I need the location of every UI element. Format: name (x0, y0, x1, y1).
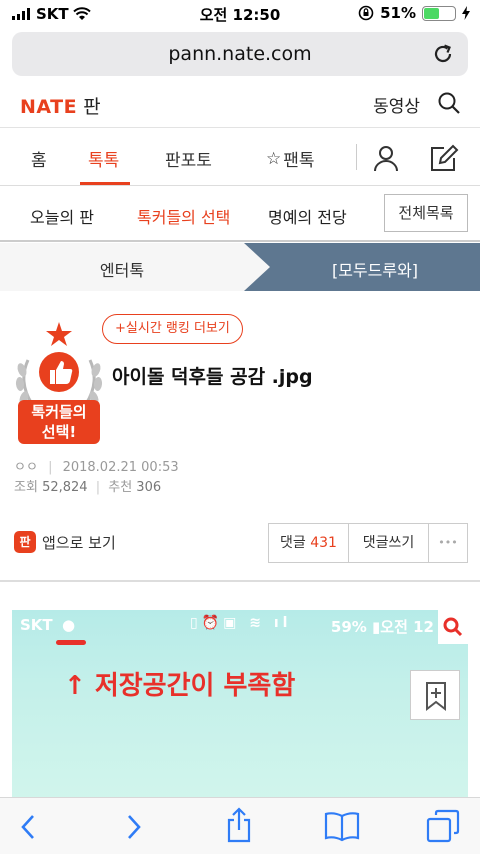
tabs-icon[interactable] (426, 809, 460, 843)
submenu-hall-of-fame[interactable]: 명예의 전당 (268, 204, 347, 228)
segment-arrow (244, 243, 270, 291)
user-icon[interactable] (372, 144, 400, 172)
active-tab-indicator (80, 182, 130, 185)
bookmark-button[interactable] (410, 670, 460, 720)
badge-line1: 톡커들의 (31, 403, 87, 421)
realtime-ranking-button[interactable]: +실시간 랭킹 더보기 (102, 314, 243, 344)
share-icon[interactable] (224, 806, 254, 844)
full-list-button[interactable]: 전체목록 (384, 194, 468, 232)
tab-fantok[interactable]: ☆ 팬톡 (266, 146, 315, 172)
embedded-search-box (438, 610, 468, 644)
search-icon[interactable] (436, 90, 462, 116)
write-comment-button[interactable]: 댓글쓰기 (349, 524, 429, 562)
main-tabs: 홈 톡톡 판포토 ☆ 팬톡 (0, 128, 480, 186)
bookmarks-icon[interactable] (324, 810, 360, 842)
address-bar[interactable]: pann.nate.com (12, 32, 468, 76)
charging-icon (462, 6, 470, 20)
embedded-status-right: 59% ▮오전 12 (330, 618, 434, 636)
logo-text: NATE (20, 96, 78, 118)
comment-actions: 댓글 431 댓글쓰기 ••• (268, 523, 468, 563)
divider (356, 144, 357, 170)
tab-home[interactable]: 홈 (31, 146, 47, 171)
section-divider (0, 580, 480, 582)
app-view-link[interactable]: 판 앱으로 보기 (14, 531, 116, 553)
article-meta-author: ㅇㅇ | 2018.02.21 00:53 (14, 460, 179, 475)
embedded-carrier: SKT (20, 616, 53, 634)
submenu-talker-choice[interactable]: 톡커들의 선택 (137, 204, 230, 228)
back-icon[interactable] (16, 810, 40, 844)
comments-button[interactable]: 댓글 431 (269, 524, 349, 562)
star-icon: ☆ (266, 148, 282, 169)
recommend-count: 306 (136, 480, 162, 495)
url-text[interactable]: pann.nate.com (12, 43, 468, 65)
badge-label: 톡커들의 선택! (14, 402, 104, 442)
segment-enter-tok[interactable]: 엔터톡 (0, 257, 244, 281)
embedded-app-icon: ● (62, 616, 76, 634)
embedded-caption: ↑ 저장공간이 부족함 (64, 671, 296, 701)
comments-count: 431 (310, 535, 337, 551)
status-bar: SKT 오전 12:50 51% (0, 0, 480, 28)
write-icon[interactable] (428, 142, 460, 174)
more-button[interactable]: ••• (429, 524, 467, 562)
category-segment: 엔터톡 [모두드루와] (0, 243, 480, 291)
bookmark-add-icon (426, 682, 446, 712)
site-header: NATE 판 동영상 (0, 88, 480, 128)
forward-icon[interactable] (122, 810, 146, 844)
segment-all-come[interactable]: [모두드루와] (270, 257, 480, 281)
views-label: 조회 (14, 480, 38, 495)
battery-percent: 51% (380, 4, 416, 22)
embedded-search-icon (443, 617, 463, 637)
tab-panphoto[interactable]: 판포토 (165, 146, 212, 171)
author-name[interactable]: ㅇㅇ (14, 460, 38, 475)
views-count: 52,824 (42, 480, 88, 495)
post-date: 2018.02.21 00:53 (62, 460, 179, 475)
status-right: 51% (358, 4, 470, 22)
battery-icon (422, 5, 456, 21)
submenu-today[interactable]: 오늘의 판 (30, 204, 94, 228)
sub-menu: 오늘의 판 톡커들의 선택 명예의 전당 전체목록 (0, 186, 480, 242)
pann-app-icon: 판 (14, 531, 36, 553)
recommend-label: 추천 (108, 480, 133, 495)
rotation-lock-icon (358, 5, 374, 21)
article-meta-stats: 조회 52,824 | 추천 306 (14, 480, 162, 495)
tab-fantok-label: 팬톡 (283, 151, 315, 171)
embedded-status-bar: SKT ● ▯⏰▣ ≋ ıl 59% ▮오전 12 (12, 610, 468, 644)
reload-icon[interactable] (432, 43, 454, 65)
nate-logo[interactable]: NATE 판 (20, 92, 101, 119)
badge-line2: 선택! (41, 423, 77, 441)
article-title: 아이돌 덕후들 공감 .jpg (112, 366, 313, 388)
embedded-underline-mark (56, 640, 86, 645)
app-view-label: 앱으로 보기 (42, 533, 116, 552)
section-title: 판 (83, 96, 102, 118)
embedded-status-icons: ▯⏰▣ ≋ ıl (190, 615, 292, 631)
comments-label: 댓글 (280, 535, 306, 551)
tab-toktok[interactable]: 톡톡 (88, 146, 119, 171)
browser-toolbar (0, 797, 480, 854)
video-link[interactable]: 동영상 (373, 92, 420, 117)
article-image: SKT ● ▯⏰▣ ≋ ıl 59% ▮오전 12 ↑ 저장공간이 부족함 (12, 610, 468, 800)
